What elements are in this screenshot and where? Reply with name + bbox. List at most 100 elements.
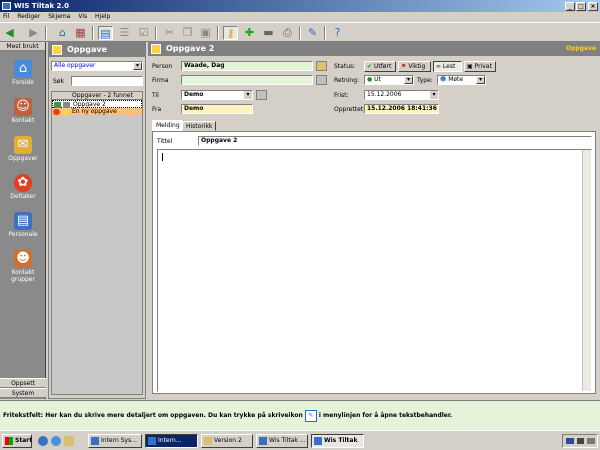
list-view-icon[interactable]: ☰ [117, 26, 132, 40]
sidebar-bottom-system[interactable]: System [0, 388, 46, 398]
task-list: Oppgaver - 2 funnet Oppgave 2 En ny oppg… [51, 91, 143, 395]
sidebar-item-kontakt-grupper[interactable]: ☻ Kontakt grupper [0, 250, 46, 283]
status-lest-button[interactable]: ∞ Lest [433, 61, 462, 72]
outgoing-icon: ● [367, 76, 373, 83]
ie-icon[interactable] [51, 436, 61, 446]
contact-lookup-icon[interactable] [256, 90, 267, 100]
maximize-button[interactable]: □ [576, 2, 586, 11]
back-icon[interactable]: ◀ [2, 26, 17, 40]
sidebar-bottom-oppsett[interactable]: Oppsett [0, 378, 46, 388]
search-label: Søk [53, 78, 64, 85]
fra-field[interactable]: Demo [181, 104, 253, 114]
save-icon[interactable]: ▬ [261, 26, 276, 40]
key-icon[interactable]: ⚷ [223, 26, 238, 40]
scrollbar[interactable] [582, 150, 591, 391]
firma-lookup-icon[interactable] [316, 75, 327, 85]
list-header: Oppgaver - 2 funnet [52, 92, 142, 100]
task-icon [151, 44, 161, 54]
status-utfort-button[interactable]: ✔ Utført [364, 61, 396, 72]
task-list-panel: Oppgave Alle oppgaver ▾ Søk Oppgaver - 2… [48, 42, 146, 399]
search-input[interactable] [71, 76, 143, 86]
taskbar-item-intern[interactable]: Intern... [145, 434, 198, 448]
system-tray [562, 434, 598, 448]
menu-skjema[interactable]: Skjema [48, 13, 70, 20]
status-text: Fritekstfelt: Her kan du skrive mere det… [3, 412, 303, 419]
tab-content: Tittel Oppgave 2 [152, 131, 596, 394]
taskbar-item-wis-tiltak-1[interactable]: Wis Tiltak ... [256, 434, 308, 448]
layout-icon[interactable]: ▤ [98, 26, 113, 40]
opprettet-field: 15.12.2006 18:41:36 [364, 104, 439, 114]
til-label: Til [152, 92, 159, 99]
window-icon [91, 437, 99, 445]
task-form: Oppgave 2 Oppgave Person Waade, Dag Firm… [148, 42, 600, 399]
list-item[interactable]: Oppgave 2 [52, 100, 142, 108]
glasses-icon: ∞ [436, 63, 441, 70]
close-button[interactable]: × [588, 2, 598, 11]
language-icon[interactable] [566, 438, 574, 444]
sidebar-item-oppgaver[interactable]: ✉ Oppgaver [0, 136, 46, 162]
lock-icon: ▣ [467, 63, 473, 70]
start-button[interactable]: Start [2, 434, 32, 448]
menu-fil[interactable]: Fil [3, 13, 9, 20]
edit-icon: ✎ [304, 409, 317, 422]
form-type-label: Oppgave [565, 45, 596, 52]
checklist-icon[interactable]: ☑ [136, 26, 151, 40]
firma-label: Firma [152, 77, 169, 84]
toolbar: ◀ ▶ ⌂ ▦ ▤ ☰ ☑ ✂ ❐ ▣ ⚷ ✚ ▬ ⎙ ✎ ? [0, 22, 600, 42]
retning-label: Retning: [334, 77, 360, 84]
window-icon [148, 437, 156, 445]
home-icon[interactable]: ⌂ [55, 26, 70, 40]
chevron-down-icon: ▾ [133, 62, 142, 70]
help-icon[interactable]: ? [330, 26, 345, 40]
copy-icon[interactable]: ❐ [180, 26, 195, 40]
person-field[interactable]: Waade, Dag [181, 61, 313, 71]
taskbar-item-intern-sys[interactable]: Intern Sys... [88, 434, 142, 448]
task-icon [52, 45, 62, 55]
browser-icon[interactable] [38, 436, 48, 446]
title-bar: WIS Tiltak 2.0 _ □ × [0, 0, 600, 12]
person-label: Person [152, 63, 173, 70]
taskbar-item-wis-tiltak-2[interactable]: Wis Tiltak [311, 434, 364, 448]
chart-icon[interactable]: ▦ [73, 26, 88, 40]
minimize-button[interactable]: _ [565, 2, 575, 11]
status-viktig-button[interactable]: ⚑ Viktig [398, 61, 431, 72]
folder-icon[interactable] [64, 436, 74, 446]
list-item[interactable]: En ny oppgave [52, 108, 142, 116]
firma-field[interactable] [181, 75, 313, 85]
fra-label: Fra [152, 106, 162, 113]
person-lookup-icon[interactable] [316, 61, 327, 71]
menu-rediger[interactable]: Rediger [17, 13, 40, 20]
group-icon: ☻ [14, 250, 32, 268]
menu-vis[interactable]: Vis [78, 13, 87, 20]
add-icon[interactable]: ✚ [242, 26, 257, 40]
chevron-down-icon: ▾ [476, 76, 485, 84]
menu-hjelp[interactable]: Hjelp [95, 13, 110, 20]
taskbar-item-version-2[interactable]: Version 2 [201, 434, 253, 448]
tab-historikk[interactable]: Historikk [182, 121, 217, 131]
filter-dropdown[interactable]: Alle oppgaver ▾ [51, 61, 143, 71]
sidebar-item-personale[interactable]: ▤ Personale [0, 212, 46, 238]
sidebar-item-kontakt[interactable]: ☺ Kontakt [0, 98, 46, 124]
meeting-icon: ☻ [440, 76, 447, 83]
frist-date-field[interactable]: 15.12.2006 ▾ [364, 90, 439, 100]
volume-icon[interactable] [587, 438, 595, 444]
folder-icon [204, 437, 212, 445]
print-icon[interactable]: ⎙ [280, 26, 295, 40]
edit-icon[interactable]: ✎ [305, 26, 320, 40]
paste-icon[interactable]: ▣ [198, 26, 213, 40]
sidebar-item-deltaker[interactable]: ✿ Deltaker [0, 174, 46, 200]
left-sidebar: Mest brukt ⌂ Forside ☺ Kontakt ✉ Oppgave… [0, 42, 46, 399]
type-dropdown[interactable]: ☻ Møte ▾ [437, 75, 486, 85]
tittel-input[interactable]: Oppgave 2 [198, 136, 592, 146]
forward-icon[interactable]: ▶ [26, 26, 41, 40]
status-privat-button[interactable]: ▣ Privat [464, 61, 496, 72]
message-textarea[interactable] [157, 149, 592, 392]
sidebar-item-forside[interactable]: ⌂ Forside [0, 60, 46, 86]
cut-icon[interactable]: ✂ [162, 26, 177, 40]
retning-dropdown[interactable]: ● Ut ▾ [364, 75, 414, 85]
til-dropdown[interactable]: Demo ▾ [181, 90, 253, 100]
tab-melding[interactable]: Melding [152, 120, 184, 131]
network-icon[interactable] [577, 438, 584, 444]
window-icon [259, 437, 267, 445]
windows-logo-icon [5, 437, 13, 445]
